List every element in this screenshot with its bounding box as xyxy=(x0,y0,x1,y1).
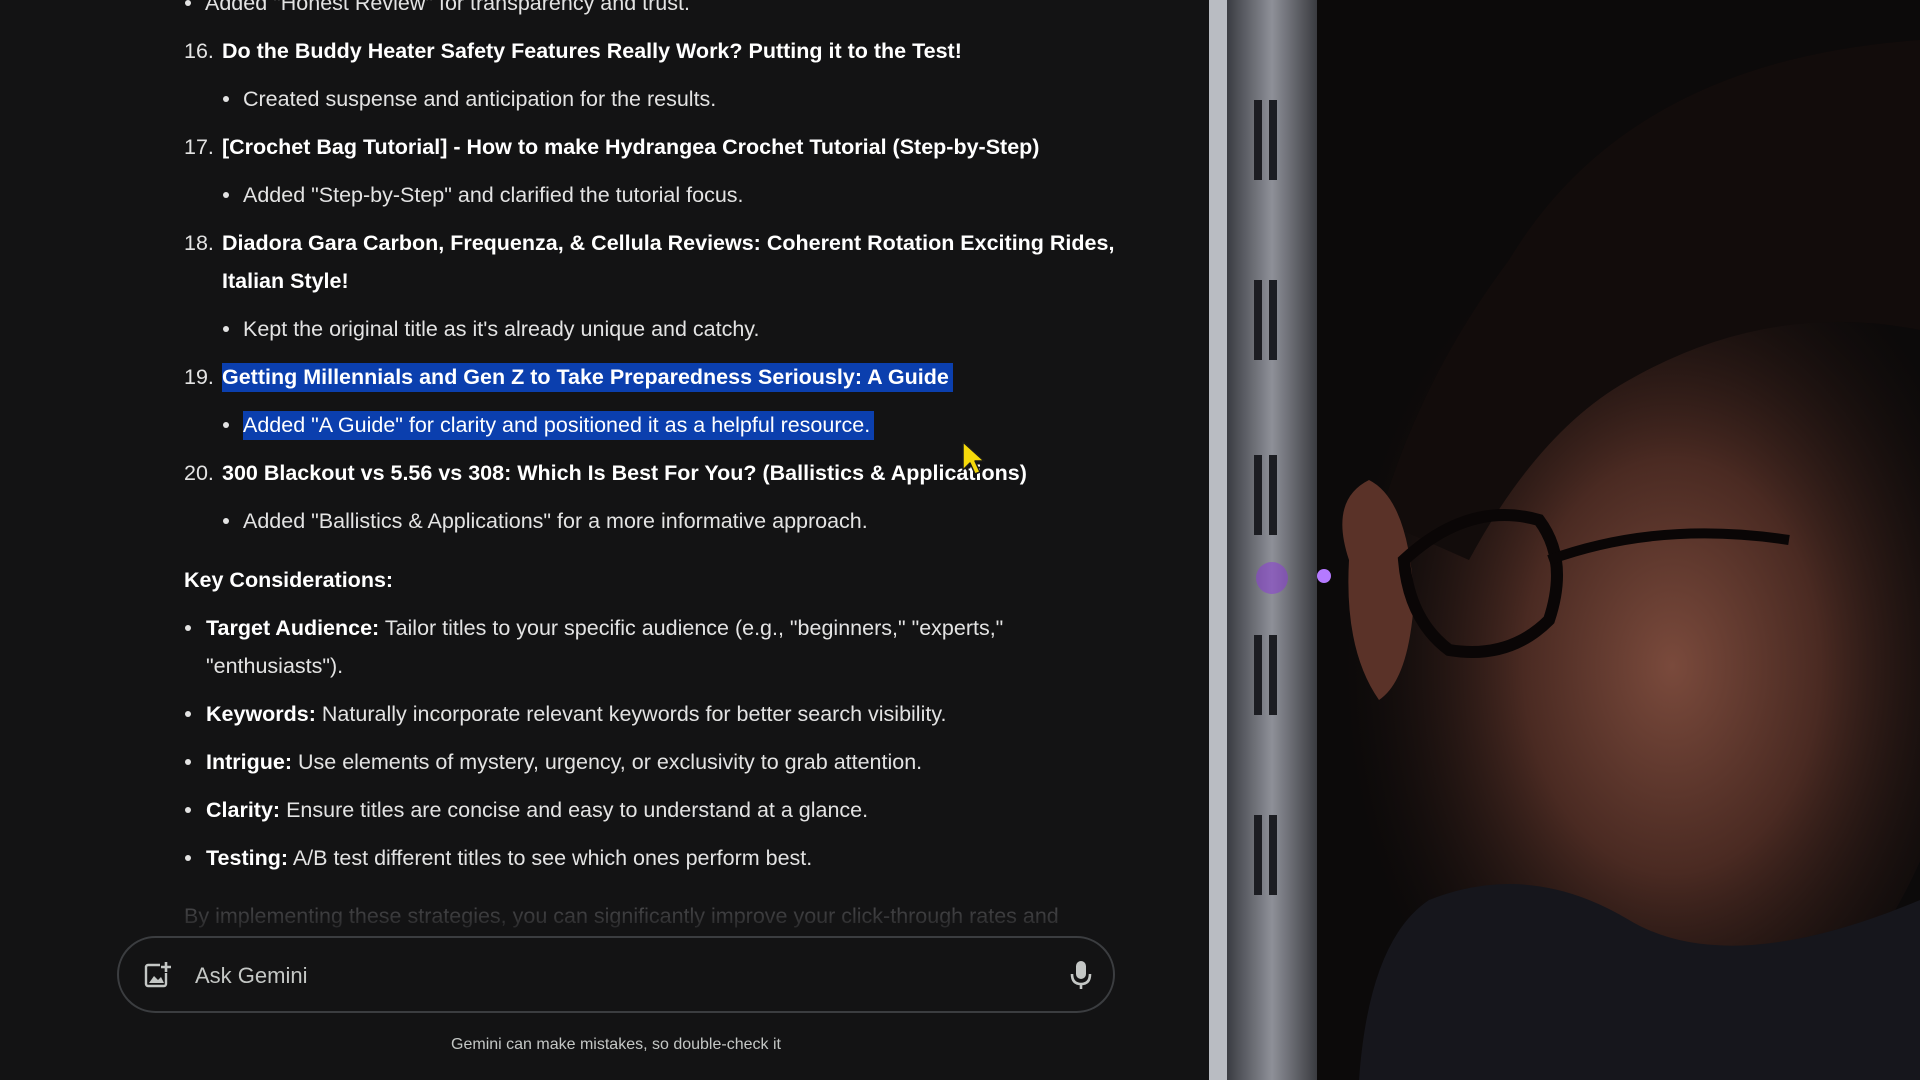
selected-item-note: Added "A Guide" for clarity and position… xyxy=(243,411,875,440)
model-response: Added "Honest Review" for transparency a… xyxy=(184,0,1124,935)
key-considerations-heading: Key Considerations: xyxy=(184,568,394,592)
item-title: Diadora Gara Carbon, Frequenza, & Cellul… xyxy=(222,231,1115,293)
consideration-item: Testing: A/B test different titles to se… xyxy=(184,839,1124,887)
gemini-chat-panel: Added "Honest Review" for transparency a… xyxy=(0,0,1209,1080)
list-item-19: 19. Getting Millennials and Gen Z to Tak… xyxy=(184,358,1124,454)
item-number: 18. xyxy=(184,231,214,255)
screen: Added "Honest Review" for transparency a… xyxy=(0,0,1920,1080)
item-note: Added "Ballistics & Applications" for a … xyxy=(222,502,1124,550)
item-note: Added "Step-by-Step" and clarified the t… xyxy=(222,176,1124,224)
add-image-icon[interactable] xyxy=(143,960,173,990)
consideration-item: Keywords: Naturally incorporate relevant… xyxy=(184,695,1124,743)
partial-bullet: Added "Honest Review" for transparency a… xyxy=(184,0,1124,32)
item-note: Kept the original title as it's already … xyxy=(222,310,1124,358)
consideration-item: Intrigue: Use elements of mystery, urgen… xyxy=(184,743,1124,791)
prompt-bar xyxy=(117,936,1115,1013)
consideration-item: Target Audience: Tailor titles to your s… xyxy=(184,609,1124,695)
item-number: 16. xyxy=(184,39,214,63)
selected-item-title: Getting Millennials and Gen Z to Take Pr… xyxy=(222,363,953,392)
item-title: [Crochet Bag Tutorial] - How to make Hyd… xyxy=(222,135,1040,159)
item-number: 19. xyxy=(184,365,214,389)
webcam-video-frame xyxy=(1209,0,1920,1080)
list-item-16: 16. Do the Buddy Heater Safety Features … xyxy=(184,32,1124,128)
list-item-20: 20. 300 Blackout vs 5.56 vs 308: Which I… xyxy=(184,454,1124,550)
item-title: Do the Buddy Heater Safety Features Real… xyxy=(222,39,962,63)
list-item-18: 18. Diadora Gara Carbon, Frequenza, & Ce… xyxy=(184,224,1124,358)
item-number: 17. xyxy=(184,135,214,159)
chat-scroll-area[interactable]: Added "Honest Review" for transparency a… xyxy=(0,0,1209,935)
item-note: Added "A Guide" for clarity and position… xyxy=(222,406,1124,454)
disclaimer-text: Gemini can make mistakes, so double-chec… xyxy=(451,1036,781,1053)
title-suggestion-list: 16. Do the Buddy Heater Safety Features … xyxy=(184,32,1124,550)
consideration-item: Clarity: Ensure titles are concise and e… xyxy=(184,791,1124,839)
partial-bullet-list: Added "Honest Review" for transparency a… xyxy=(184,0,1124,32)
webcam-overlay xyxy=(1209,0,1920,1080)
item-number: 20. xyxy=(184,461,214,485)
closing-paragraph: By implementing these strategies, you ca… xyxy=(184,904,1059,928)
list-item-17: 17. [Crochet Bag Tutorial] - How to make… xyxy=(184,128,1124,224)
ask-gemini-input[interactable] xyxy=(193,956,997,996)
item-note: Created suspense and anticipation for th… xyxy=(222,80,1124,128)
considerations-list: Target Audience: Tailor titles to your s… xyxy=(184,609,1124,887)
microphone-icon[interactable] xyxy=(1066,959,1096,991)
item-title: 300 Blackout vs 5.56 vs 308: Which Is Be… xyxy=(222,461,1027,485)
